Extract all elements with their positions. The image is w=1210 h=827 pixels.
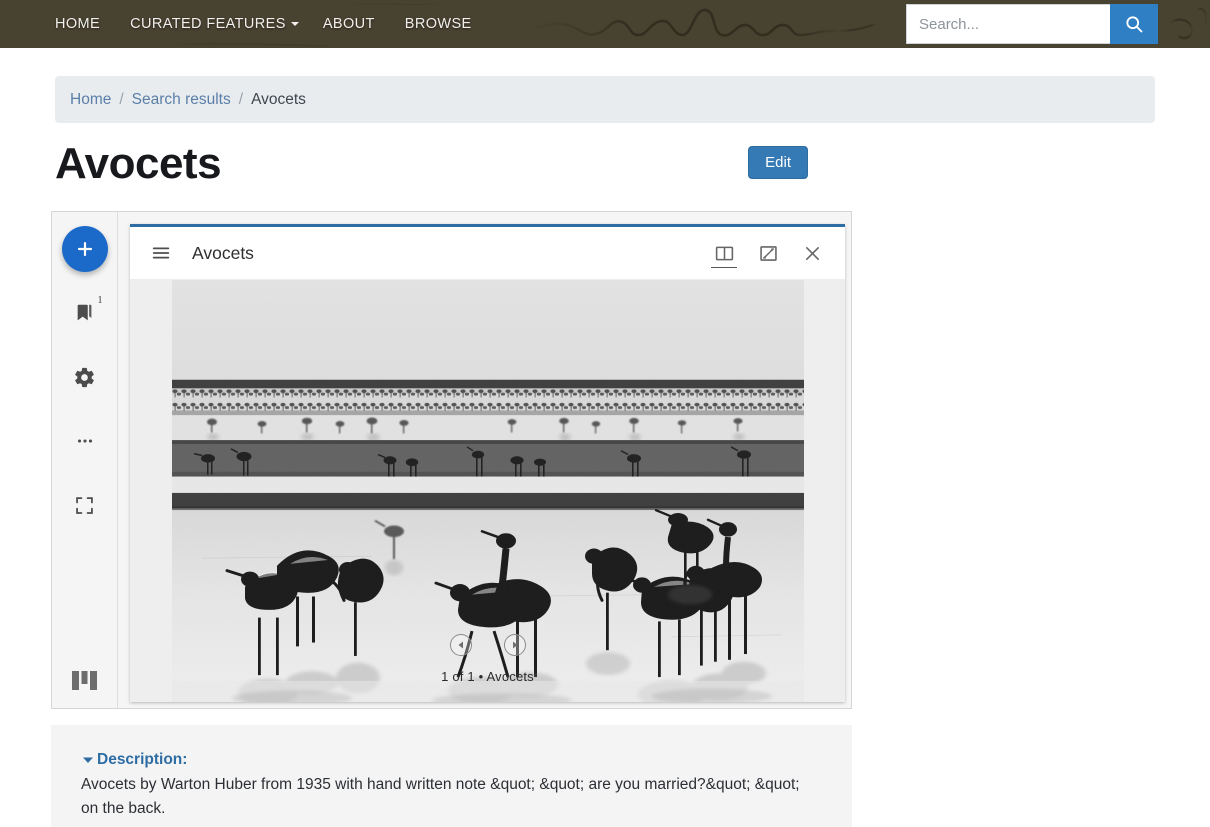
workspace-bookmarks-button[interactable]: 1 [62,290,108,336]
breadcrumb-item-search-results[interactable]: Search results [132,91,231,109]
breadcrumb-item-home[interactable]: Home [70,91,111,109]
breadcrumb: Home / Search results / Avocets [55,76,1155,123]
expand-icon [76,496,93,514]
mirador-sidebar-rail: 1 [52,212,118,708]
chevron-down-icon [290,22,299,26]
canvas-navigation [130,634,845,656]
settings-button[interactable] [62,354,108,400]
chevron-right-icon [512,641,517,649]
gear-icon [75,367,94,387]
description-heading: Description: [97,751,188,768]
plus-icon [77,241,92,257]
image-canvas-area[interactable]: 1 of 1 • Avocets [130,280,845,702]
toggle-window-sidebar-button[interactable] [709,237,739,269]
search-button[interactable] [1110,4,1158,44]
edit-button[interactable]: Edit [748,146,808,179]
search-input[interactable] [906,4,1110,44]
chevron-down-icon [81,753,95,767]
mirador-window: Avocets 1 of 1 • Avocets [130,224,845,702]
title-row: Avocets Edit [55,139,1155,203]
page-content: Home / Search results / Avocets Avocets … [0,76,1210,827]
ellipsis-icon [77,439,92,443]
nav-item-about[interactable]: ABOUT [323,16,375,32]
hamburger-icon [152,247,170,259]
window-title-bar: Avocets [130,227,845,280]
window-menu-button[interactable] [144,236,178,270]
window-title: Avocets [192,242,254,263]
window-actions [709,237,827,269]
nav-item-curated-features[interactable]: CURATED FEATURES [130,16,299,32]
breadcrumb-separator: / [119,90,124,108]
mirador-logo-icon [71,671,97,690]
book-view-icon [715,246,733,260]
canvas-caption: 1 of 1 • Avocets [441,669,534,684]
page-title: Avocets [55,139,222,188]
close-window-button[interactable] [797,237,827,269]
maximize-window-button[interactable] [753,237,783,269]
add-resource-button[interactable] [61,226,108,272]
nav-item-home[interactable]: HOME [55,16,100,32]
breadcrumb-item-current: Avocets [251,90,306,108]
maximize-icon [759,245,777,261]
nav-item-curated-features-label: CURATED FEATURES [130,16,286,32]
bookmark-count-badge: 1 [97,295,103,306]
mirador-viewer: 1 Avocets 1 of 1 • Avocets [51,211,852,709]
close-icon [805,246,819,260]
chevron-left-icon [458,641,463,649]
description-text: Avocets by Warton Huber from 1935 with h… [81,776,800,818]
search-form [906,4,1158,44]
search-icon [1126,16,1143,33]
previous-canvas-button[interactable] [449,634,472,656]
mirador-logo[interactable] [52,668,117,694]
more-options-button[interactable] [62,418,108,464]
bookmark-icon [77,304,91,321]
next-canvas-button[interactable] [503,634,526,656]
fullscreen-button[interactable] [62,482,108,528]
description-panel: Description: Avocets by Warton Huber fro… [51,725,852,827]
top-navigation-bar: HOME CURATED FEATURES ABOUT BROWSE [0,0,1210,48]
breadcrumb-separator: / [238,90,244,108]
nav-item-browse[interactable]: BROWSE [405,16,472,32]
description-toggle[interactable]: Description: [81,751,822,769]
